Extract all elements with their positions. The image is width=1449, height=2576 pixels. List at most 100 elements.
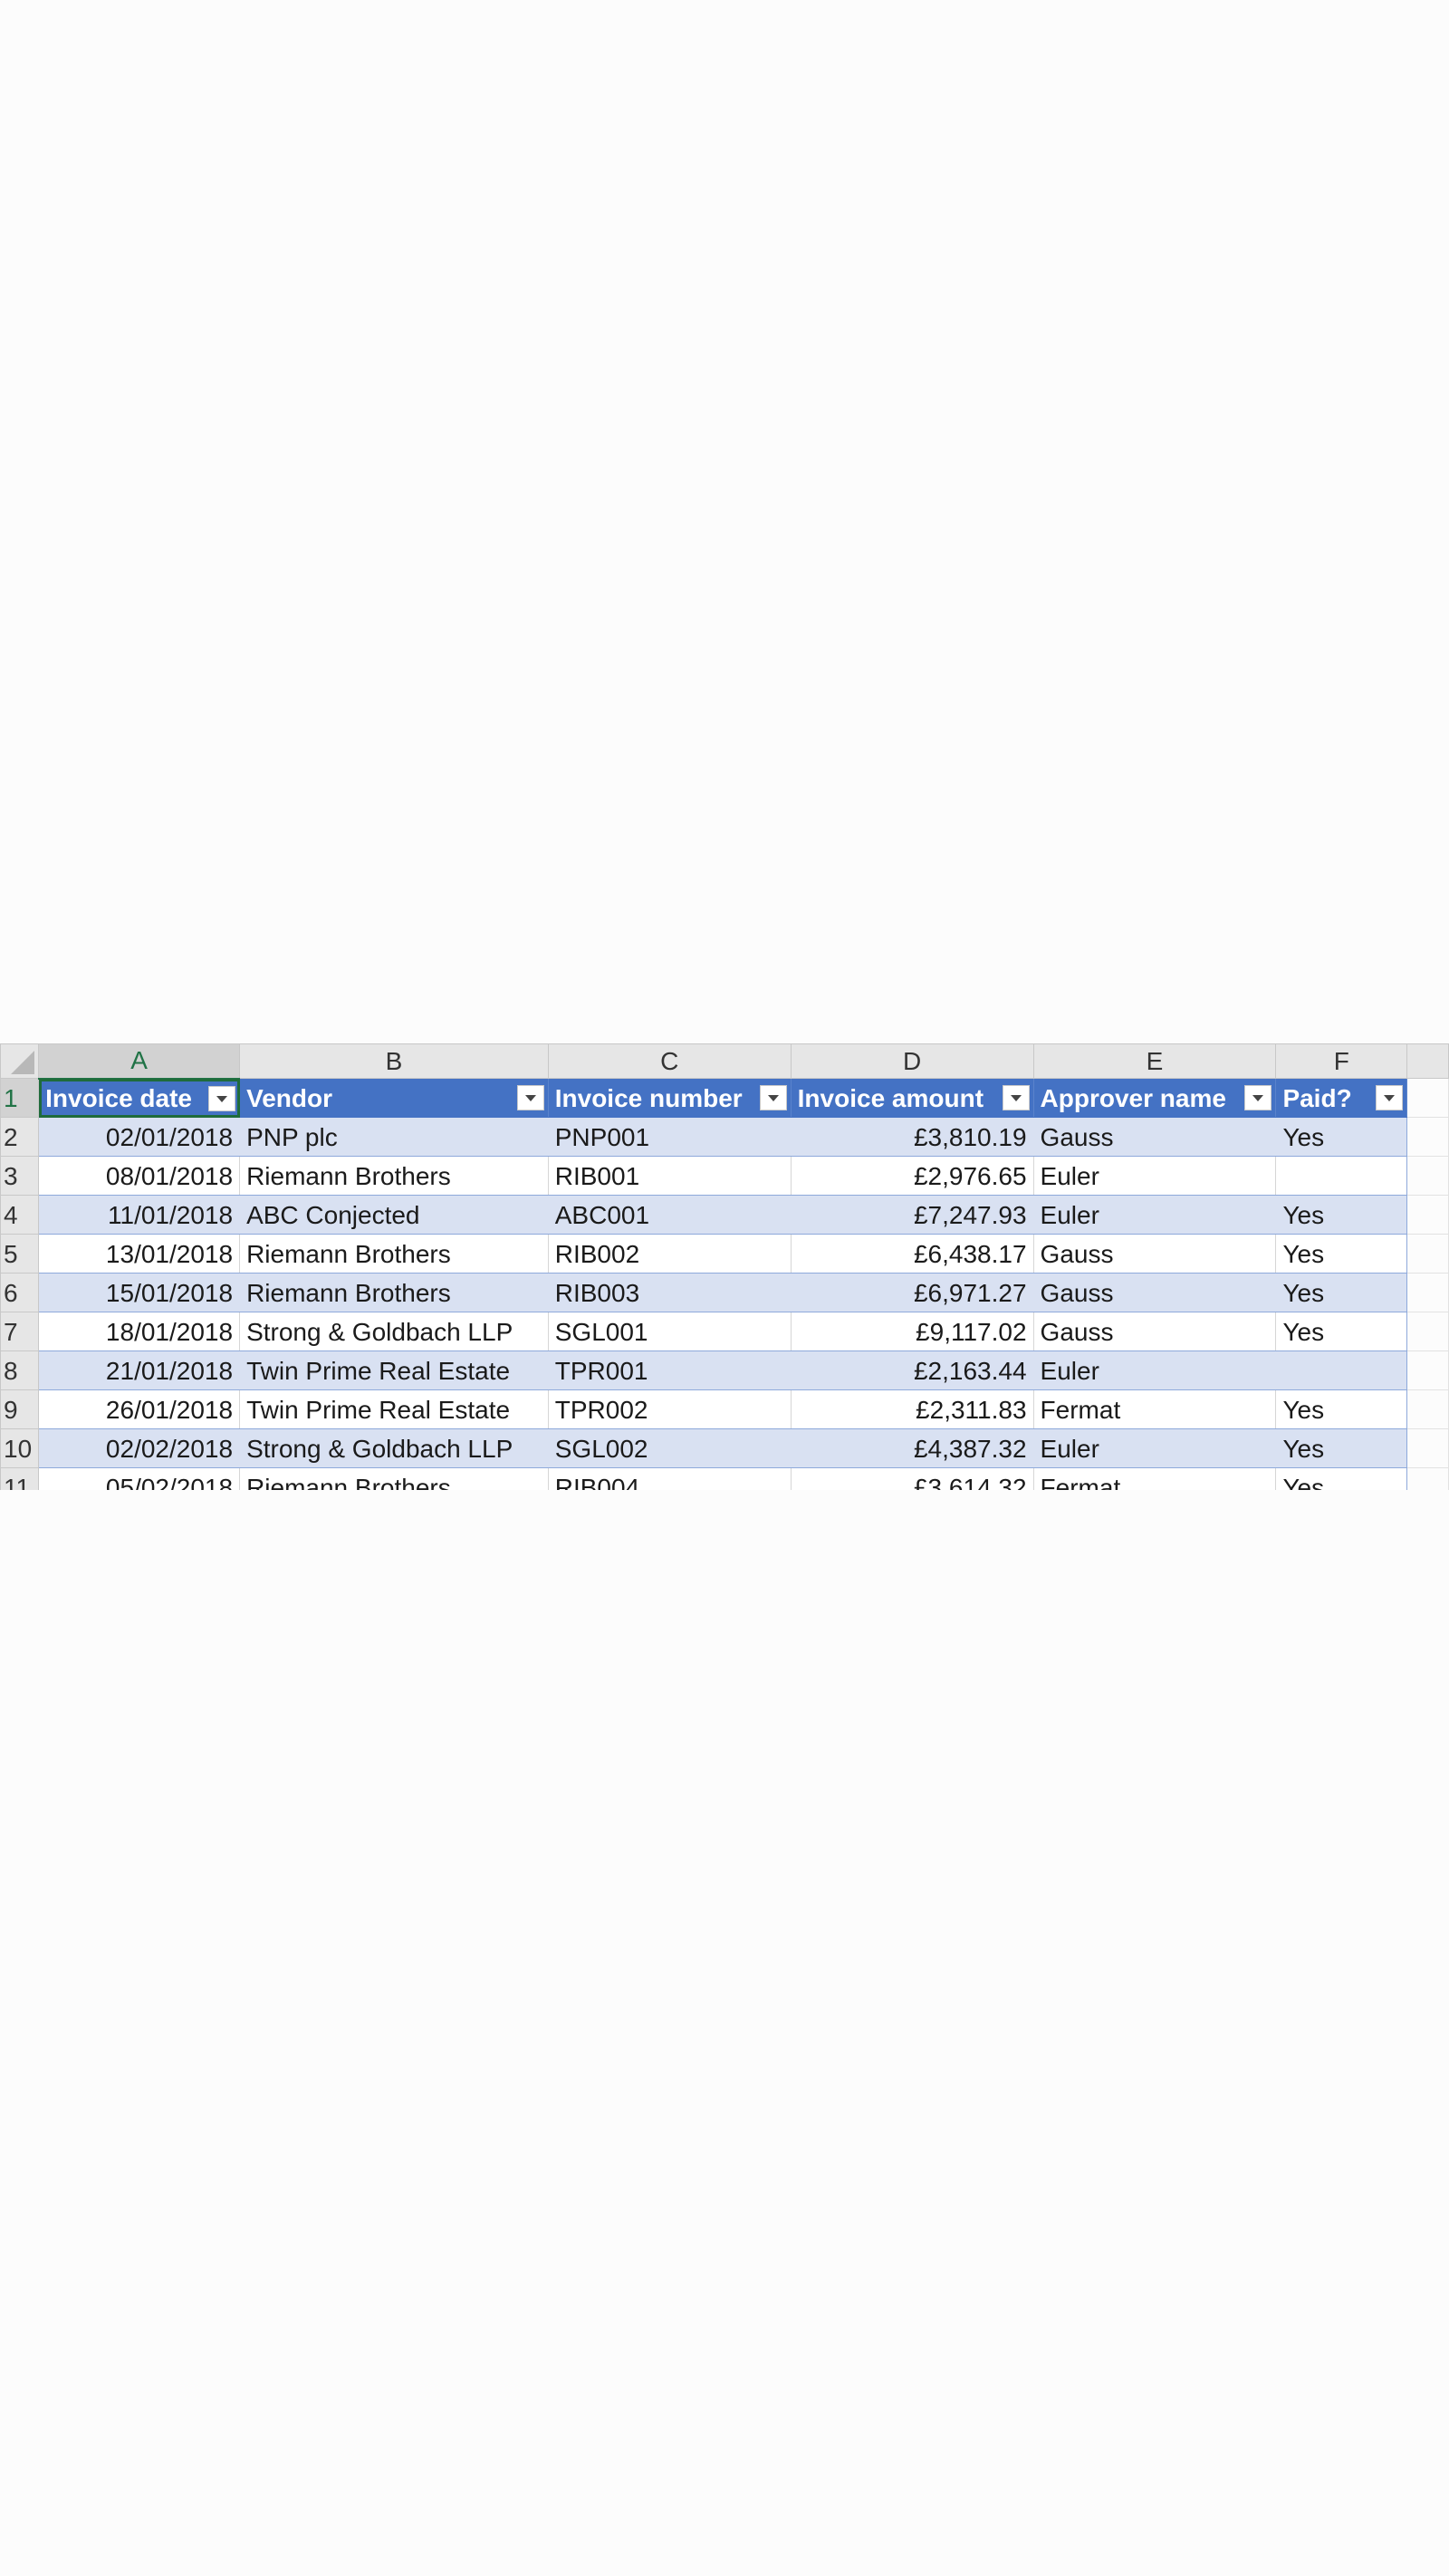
- row-header[interactable]: 7: [0, 1312, 40, 1351]
- column-header-b[interactable]: B: [239, 1043, 549, 1079]
- row-header[interactable]: 8: [0, 1350, 40, 1390]
- empty-cell[interactable]: [1406, 1389, 1449, 1429]
- cell-paid[interactable]: Yes: [1275, 1195, 1408, 1235]
- cell-approver-name[interactable]: Euler: [1032, 1156, 1277, 1196]
- cell-vendor[interactable]: Riemann Brothers: [239, 1467, 549, 1490]
- cell-paid[interactable]: Yes: [1275, 1312, 1408, 1351]
- filter-dropdown-icon[interactable]: [516, 1085, 544, 1110]
- empty-cell[interactable]: [1406, 1234, 1449, 1274]
- cell-approver-name[interactable]: Euler: [1032, 1195, 1277, 1235]
- empty-cell[interactable]: [1406, 1078, 1449, 1118]
- row-header[interactable]: 1: [0, 1078, 40, 1118]
- cell-paid[interactable]: Yes: [1275, 1428, 1408, 1468]
- cell-vendor[interactable]: Riemann Brothers: [239, 1234, 549, 1274]
- cell-vendor[interactable]: PNP plc: [239, 1117, 549, 1157]
- row-header[interactable]: 5: [0, 1234, 40, 1274]
- cell-invoice-number[interactable]: SGL002: [547, 1428, 792, 1468]
- cell-approver-name[interactable]: Fermat: [1032, 1467, 1277, 1490]
- row-header[interactable]: 6: [0, 1273, 40, 1312]
- row-header[interactable]: 3: [0, 1156, 40, 1196]
- cell-vendor[interactable]: Riemann Brothers: [239, 1273, 549, 1312]
- column-header-a[interactable]: A: [38, 1043, 241, 1080]
- cell-invoice-number[interactable]: TPR002: [547, 1389, 792, 1429]
- cell-invoice-date[interactable]: 18/01/2018: [38, 1312, 241, 1351]
- cell-invoice-date[interactable]: 13/01/2018: [38, 1234, 241, 1274]
- empty-cell[interactable]: [1406, 1428, 1449, 1468]
- select-all-button[interactable]: [0, 1043, 40, 1079]
- cell-invoice-number[interactable]: RIB003: [547, 1273, 792, 1312]
- filter-dropdown-icon[interactable]: [208, 1085, 236, 1111]
- header-invoice-number[interactable]: Invoice number: [547, 1078, 792, 1118]
- cell-vendor[interactable]: Twin Prime Real Estate: [239, 1350, 549, 1390]
- empty-cell[interactable]: [1406, 1312, 1449, 1351]
- empty-cell[interactable]: [1406, 1156, 1449, 1196]
- cell-vendor[interactable]: ABC Conjected: [239, 1195, 549, 1235]
- column-header-c[interactable]: C: [547, 1043, 792, 1079]
- cell-vendor[interactable]: Strong & Goldbach LLP: [239, 1428, 549, 1468]
- empty-cell[interactable]: [1406, 1117, 1449, 1157]
- cell-invoice-amount[interactable]: £7,247.93: [790, 1195, 1034, 1235]
- column-header-g[interactable]: [1406, 1043, 1449, 1079]
- cell-invoice-date[interactable]: 15/01/2018: [38, 1273, 241, 1312]
- header-vendor[interactable]: Vendor: [239, 1078, 549, 1118]
- cell-paid[interactable]: Yes: [1275, 1389, 1408, 1429]
- filter-dropdown-icon[interactable]: [1002, 1085, 1030, 1110]
- header-approver-name[interactable]: Approver name: [1032, 1078, 1277, 1118]
- cell-invoice-number[interactable]: TPR001: [547, 1350, 792, 1390]
- cell-invoice-number[interactable]: PNP001: [547, 1117, 792, 1157]
- cell-paid[interactable]: [1275, 1156, 1408, 1196]
- row-header[interactable]: 11: [0, 1467, 40, 1490]
- cell-invoice-amount[interactable]: £6,971.27: [790, 1273, 1034, 1312]
- row-header[interactable]: 4: [0, 1195, 40, 1235]
- header-invoice-date[interactable]: Invoice date: [38, 1078, 241, 1118]
- cell-vendor[interactable]: Twin Prime Real Estate: [239, 1389, 549, 1429]
- cell-paid[interactable]: Yes: [1275, 1234, 1408, 1274]
- column-header-f[interactable]: F: [1275, 1043, 1408, 1079]
- cell-approver-name[interactable]: Euler: [1032, 1350, 1277, 1390]
- cell-invoice-number[interactable]: RIB004: [547, 1467, 792, 1490]
- header-paid[interactable]: Paid?: [1275, 1078, 1408, 1118]
- cell-approver-name[interactable]: Fermat: [1032, 1389, 1277, 1429]
- cell-invoice-amount[interactable]: £2,163.44: [790, 1350, 1034, 1390]
- cell-vendor[interactable]: Strong & Goldbach LLP: [239, 1312, 549, 1351]
- empty-cell[interactable]: [1406, 1350, 1449, 1390]
- header-invoice-amount[interactable]: Invoice amount: [790, 1078, 1034, 1118]
- cell-vendor[interactable]: Riemann Brothers: [239, 1156, 549, 1196]
- cell-approver-name[interactable]: Gauss: [1032, 1117, 1277, 1157]
- cell-paid[interactable]: Yes: [1275, 1273, 1408, 1312]
- column-header-e[interactable]: E: [1032, 1043, 1277, 1079]
- filter-dropdown-icon[interactable]: [759, 1085, 787, 1110]
- cell-paid[interactable]: [1275, 1350, 1408, 1390]
- cell-invoice-date[interactable]: 21/01/2018: [38, 1350, 241, 1390]
- cell-invoice-number[interactable]: SGL001: [547, 1312, 792, 1351]
- cell-paid[interactable]: Yes: [1275, 1117, 1408, 1157]
- cell-invoice-amount[interactable]: £3,810.19: [790, 1117, 1034, 1157]
- cell-invoice-date[interactable]: 26/01/2018: [38, 1389, 241, 1429]
- row-header[interactable]: 2: [0, 1117, 40, 1157]
- cell-invoice-number[interactable]: RIB001: [547, 1156, 792, 1196]
- cell-invoice-number[interactable]: RIB002: [547, 1234, 792, 1274]
- empty-cell[interactable]: [1406, 1195, 1449, 1235]
- cell-invoice-date[interactable]: 05/02/2018: [38, 1467, 241, 1490]
- cell-invoice-amount[interactable]: £6,438.17: [790, 1234, 1034, 1274]
- cell-approver-name[interactable]: Gauss: [1032, 1312, 1277, 1351]
- column-header-d[interactable]: D: [790, 1043, 1034, 1079]
- cell-invoice-date[interactable]: 02/02/2018: [38, 1428, 241, 1468]
- cell-invoice-number[interactable]: ABC001: [547, 1195, 792, 1235]
- empty-cell[interactable]: [1406, 1467, 1449, 1490]
- cell-invoice-amount[interactable]: £3,614.32: [790, 1467, 1034, 1490]
- cell-invoice-date[interactable]: 08/01/2018: [38, 1156, 241, 1196]
- cell-invoice-date[interactable]: 11/01/2018: [38, 1195, 241, 1235]
- cell-invoice-amount[interactable]: £2,311.83: [790, 1389, 1034, 1429]
- cell-invoice-amount[interactable]: £9,117.02: [790, 1312, 1034, 1351]
- filter-dropdown-icon[interactable]: [1244, 1085, 1272, 1110]
- cell-approver-name[interactable]: Gauss: [1032, 1273, 1277, 1312]
- filter-dropdown-icon[interactable]: [1376, 1085, 1404, 1110]
- cell-approver-name[interactable]: Gauss: [1032, 1234, 1277, 1274]
- empty-cell[interactable]: [1406, 1273, 1449, 1312]
- cell-invoice-date[interactable]: 02/01/2018: [38, 1117, 241, 1157]
- cell-invoice-amount[interactable]: £4,387.32: [790, 1428, 1034, 1468]
- cell-paid[interactable]: Yes: [1275, 1467, 1408, 1490]
- row-header[interactable]: 9: [0, 1389, 40, 1429]
- row-header[interactable]: 10: [0, 1428, 40, 1468]
